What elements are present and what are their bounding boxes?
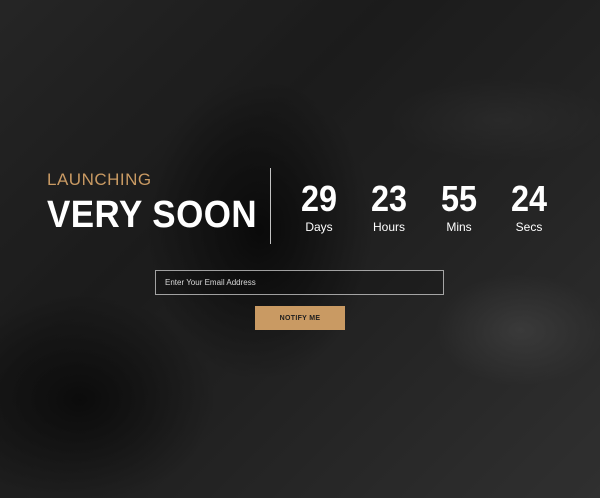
background-overlay xyxy=(0,0,600,498)
headline: VERY SOON xyxy=(47,194,258,236)
notify-me-button[interactable]: NOTIFY ME xyxy=(255,306,345,330)
countdown-label: Hours xyxy=(372,220,405,234)
countdown-value: 24 xyxy=(510,178,548,219)
countdown-label: Days xyxy=(305,220,333,234)
countdown-value: 23 xyxy=(370,178,408,219)
countdown-hours: 23 Hours xyxy=(354,178,424,235)
countdown-value: 29 xyxy=(300,178,338,219)
hero-heading: LAUNCHING VERY SOON xyxy=(47,170,275,237)
countdown-label: Mins xyxy=(446,220,472,234)
countdown-days: 29 Days xyxy=(284,178,354,235)
countdown-label: Secs xyxy=(515,220,543,234)
launching-label: LAUNCHING xyxy=(47,170,152,189)
countdown-secs: 24 Secs xyxy=(494,178,564,235)
countdown-timer: 29 Days 23 Hours 55 Mins 24 Secs xyxy=(284,178,564,235)
countdown-mins: 55 Mins xyxy=(424,178,494,235)
email-input[interactable] xyxy=(155,270,444,295)
divider xyxy=(270,168,271,244)
countdown-value: 55 xyxy=(440,178,478,219)
